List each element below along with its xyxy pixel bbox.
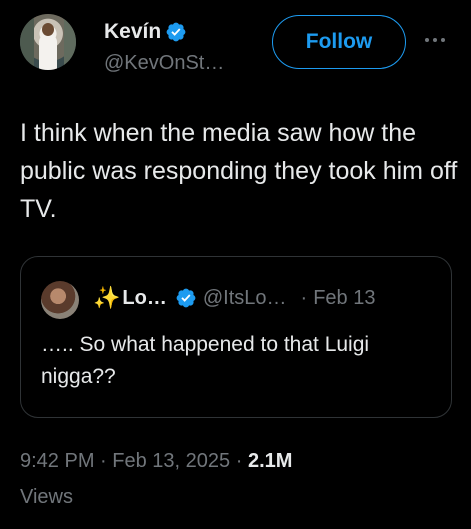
quoted-tweet-date[interactable]: Feb 13 — [313, 287, 375, 310]
quoted-tweet[interactable]: ✨ Lo… @ItsLo… · Feb 13 ….. So what happe… — [20, 256, 452, 418]
quoted-tweet-header: ✨ Lo… @ItsLo… · Feb 13 — [93, 285, 375, 311]
more-horizontal-icon[interactable] — [420, 28, 450, 52]
avatar-bg-left — [20, 14, 34, 70]
views-count: 2.1M — [247, 450, 293, 472]
author-handle[interactable]: @KevOnSt… — [104, 52, 224, 75]
more-dot — [425, 38, 429, 42]
views-label: Views — [20, 486, 73, 508]
tweet-meta: 9:42 PM · Feb 13, 2025 · 2.1M — [20, 450, 292, 473]
tweet-text: I think when the media saw how the publi… — [20, 119, 458, 223]
verified-badge-icon — [166, 22, 186, 42]
follow-button[interactable]: Follow — [272, 15, 406, 69]
meta-separator: · — [235, 450, 243, 472]
quoted-author-name[interactable]: Lo… — [122, 287, 166, 310]
avatar-bg-right — [64, 14, 76, 70]
quoted-author-avatar[interactable] — [41, 281, 79, 319]
verified-badge-icon — [176, 288, 196, 308]
meta-separator: · — [100, 450, 107, 472]
avatar-head — [42, 23, 54, 36]
more-dot — [433, 38, 437, 42]
sparkle-emoji: ✨ — [93, 285, 121, 310]
quoted-author-handle[interactable]: @ItsLo… — [203, 287, 287, 310]
author-name[interactable]: Kevín — [104, 20, 161, 44]
tweet-date[interactable]: Feb 13, 2025 — [112, 450, 230, 472]
quoted-separator: · — [300, 286, 308, 309]
author-avatar[interactable] — [20, 14, 76, 70]
quoted-tweet-text: ….. So what happened to that Luigi nigga… — [41, 333, 370, 388]
avatar-figure — [39, 34, 57, 70]
tweet-time[interactable]: 9:42 PM — [20, 450, 94, 472]
author-name-row: Kevín — [104, 20, 187, 44]
more-dot — [441, 38, 445, 42]
